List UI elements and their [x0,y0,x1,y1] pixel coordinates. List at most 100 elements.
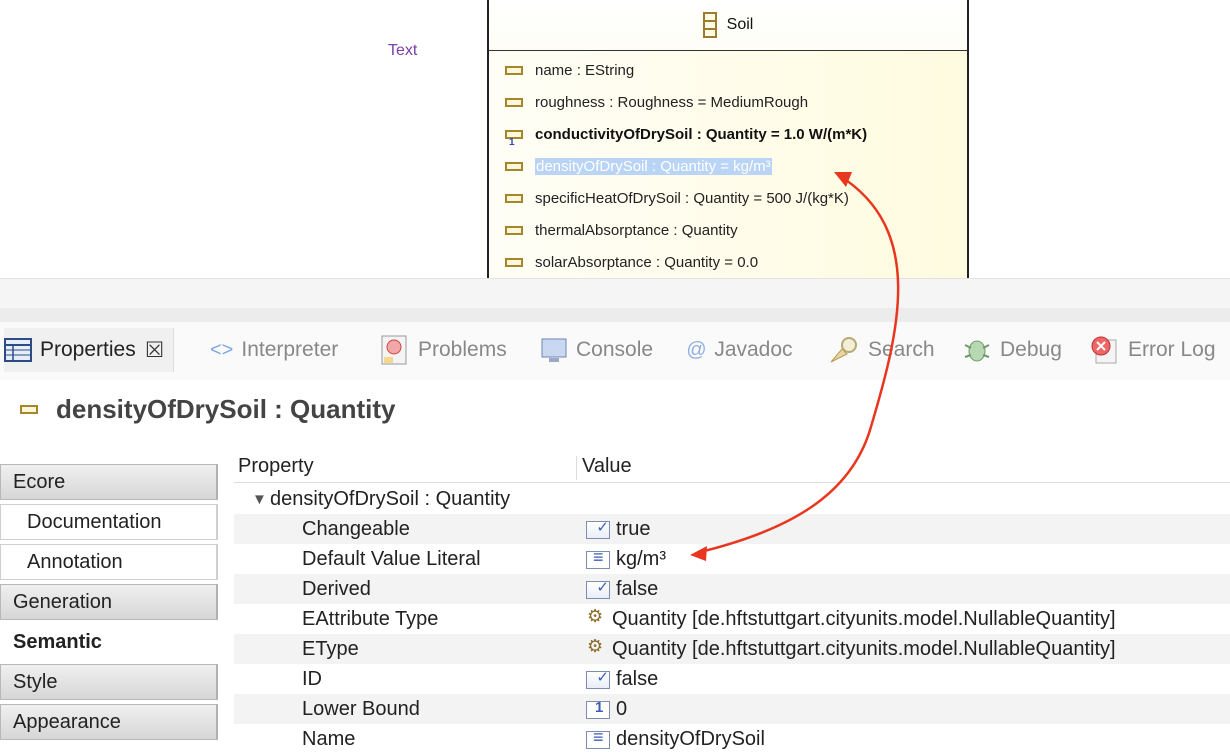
property-value[interactable]: false [586,668,658,691]
boolean-icon [586,668,610,689]
category-style[interactable]: Style [0,664,218,700]
property-name: ID [302,668,322,690]
group-label: densityOfDrySoil : Quantity [270,488,511,510]
console-icon [540,336,568,364]
chevron-down-icon[interactable]: ▼ [252,491,267,508]
attribute-compartment: name : EString roughness : Roughness = M… [489,51,967,288]
property-table: Property Value ▼ densityOfDrySoil : Quan… [234,452,1230,752]
table-row[interactable]: Default Value Literal kg/m³ [234,544,1230,574]
property-category-tabs: Ecore Documentation Annotation Generatio… [0,440,220,752]
table-row[interactable]: Name densityOfDrySoil [234,724,1230,752]
tab-debug[interactable]: Debug [962,334,1062,366]
tab-interpreter[interactable]: <> Interpreter Text [210,42,417,366]
class-header[interactable]: Soil [489,0,967,51]
tab-search[interactable]: Search [828,334,935,366]
property-value[interactable]: kg/m³ [586,547,666,571]
category-label: Semantic [13,630,102,653]
property-name: Name [302,728,356,750]
property-value-text: Quantity [de.hftstuttgart.cityunits.mode… [612,608,1116,630]
property-value[interactable]: densityOfDrySoil [586,727,765,751]
category-label: Generation [13,590,112,613]
table-row[interactable]: Derived false [234,574,1230,604]
text-icon [586,727,610,749]
attribute-icon [505,161,523,171]
type-icon [586,636,606,660]
error-log-icon [1090,335,1120,365]
tab-label: Console [576,338,654,361]
category-label: Annotation [27,550,123,573]
property-value[interactable]: true [586,518,650,541]
table-row[interactable]: EAttribute Type Quantity [de.hftstuttgar… [234,604,1230,634]
attribute-row[interactable]: solarAbsorptance : Quantity = 0.0 [505,250,758,274]
category-label: Ecore [13,470,66,493]
table-row[interactable]: Changeable true [234,514,1230,544]
table-row[interactable]: Lower Bound 0 [234,694,1230,724]
problems-icon [380,335,410,365]
attribute-row[interactable]: 1 conductivityOfDrySoil : Quantity = 1.0… [505,122,867,148]
type-icon [586,606,606,630]
table-row[interactable]: ID false [234,664,1230,694]
category-label: Documentation [27,510,162,533]
column-header-property[interactable]: Property [238,455,314,478]
attribute-icon [20,404,38,414]
property-value[interactable]: Quantity [de.hftstuttgart.cityunits.mode… [586,606,1116,631]
property-name: EType [302,638,359,660]
attribute-icon [505,65,523,75]
category-label: Appearance [13,710,121,733]
category-ecore[interactable]: Ecore [0,464,218,500]
attribute-icon [505,193,523,203]
properties-icon [4,338,32,362]
table-row[interactable]: EType Quantity [de.hftstuttgart.cityunit… [234,634,1230,664]
editor-scroll-region [0,278,1230,310]
property-value[interactable]: 0 [586,698,627,721]
properties-title-bar: densityOfDrySoil : Quantity [0,380,1230,438]
javadoc-icon: @ [686,338,707,361]
property-name: Lower Bound [302,698,420,720]
table-row-group[interactable]: ▼ densityOfDrySoil : Quantity [234,484,1230,514]
attribute-row-selected[interactable]: densityOfDrySoil : Quantity = kg/m³ [505,154,772,178]
debug-icon [962,335,992,365]
category-semantic[interactable]: Semantic [0,624,218,660]
property-value-text: Quantity [de.hftstuttgart.cityunits.mode… [612,638,1116,660]
tab-label: Debug [1000,338,1062,361]
property-value-text: true [616,518,651,540]
tab-label: Javadoc [714,338,793,361]
property-value-text: false [616,668,659,690]
multiplicity-badge: 1 [509,137,515,148]
boolean-icon [586,518,610,539]
category-generation[interactable]: Generation [0,584,218,620]
tab-console[interactable]: Console [540,334,653,366]
property-value-text: false [616,578,659,600]
attribute-row[interactable]: thermalAbsorptance : Quantity [505,218,738,242]
attribute-row[interactable]: specificHeatOfDrySoil : Quantity = 500 J… [505,186,849,210]
tab-properties[interactable]: Properties ⮽ [4,328,175,372]
attribute-row[interactable]: roughness : Roughness = MediumRough [505,90,808,114]
diagram-canvas[interactable]: Soil name : EString roughness : Roughnes… [0,0,1230,290]
class-node-soil[interactable]: Soil name : EString roughness : Roughnes… [487,0,969,290]
category-documentation[interactable]: Documentation [0,504,218,540]
property-value-text: 0 [616,698,628,720]
tab-error-log[interactable]: Error Log [1090,334,1216,366]
category-appearance[interactable]: Appearance [0,704,218,740]
property-value[interactable]: false [586,578,658,601]
property-name: Default Value Literal [302,548,481,570]
tab-javadoc[interactable]: @ Javadoc [686,334,793,366]
attribute-label: densityOfDrySoil : Quantity = kg/m³ [535,157,772,175]
tab-problems[interactable]: Problems [380,334,507,366]
search-icon [828,335,860,365]
column-header-value[interactable]: Value [582,455,632,478]
view-divider[interactable] [0,308,1230,322]
attribute-row[interactable]: name : EString [505,58,634,82]
category-label: Style [13,670,58,693]
attribute-label: name : EString [535,61,635,79]
attribute-label: specificHeatOfDrySoil : Quantity = 500 J… [535,189,849,207]
property-name: EAttribute Type [302,608,439,630]
property-value[interactable]: Quantity [de.hftstuttgart.cityunits.mode… [586,636,1116,661]
close-icon[interactable]: ⮽ [146,337,164,363]
category-annotation[interactable]: Annotation [0,544,218,580]
attribute-label: roughness : Roughness = MediumRough [535,93,809,111]
tab-label: Properties [40,338,136,361]
view-tab-bar: Properties ⮽ <> Interpreter Text Problem… [0,42,1230,380]
property-name: Derived [302,578,371,600]
column-divider[interactable] [576,456,577,480]
